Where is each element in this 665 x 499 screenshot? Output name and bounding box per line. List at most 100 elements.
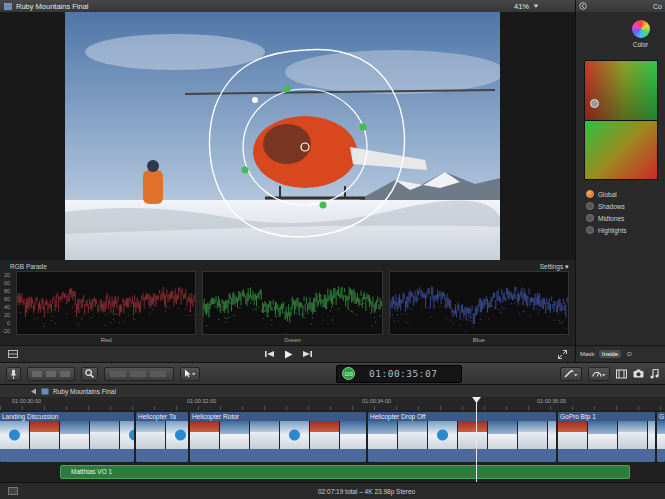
scale-tick: 60 <box>0 295 10 303</box>
range-option[interactable]: Shadows <box>576 200 665 212</box>
range-label[interactable]: Global <box>598 191 617 198</box>
playhead-handle-icon[interactable] <box>472 397 481 403</box>
inspector-header: Co <box>576 0 665 12</box>
zoom-button[interactable] <box>81 367 98 381</box>
radio-button[interactable] <box>586 190 594 198</box>
play-icon[interactable] <box>284 350 293 359</box>
clip-thumbnails <box>368 421 556 449</box>
range-option[interactable]: Midtones <box>576 212 665 224</box>
spacer <box>0 335 10 345</box>
channel-label: Blue <box>389 335 569 345</box>
clip-thumbnail <box>558 421 588 449</box>
ruler-label: 01:00:32:00 <box>175 397 350 410</box>
clip-thumbnail <box>0 421 30 449</box>
back-arrow-icon[interactable] <box>30 388 37 395</box>
scale-tick: 80 <box>0 287 10 295</box>
clip-thumbnail <box>488 421 518 449</box>
range-label[interactable]: Shadows <box>598 203 625 210</box>
video-clip[interactable]: GoPro Btp 1 <box>558 412 655 462</box>
clip-name: Helicopter Ta <box>136 412 188 421</box>
mask-label: Mask: <box>580 351 596 357</box>
timecode-display: 10001:00:35:07 <box>336 365 462 383</box>
previous-icon[interactable] <box>265 350 274 358</box>
timeline-clips: Landing DiscussionHelicopter TaHelicopte… <box>0 410 665 462</box>
dropdown-icon[interactable] <box>533 3 539 9</box>
clip-audio <box>136 449 188 462</box>
range-option[interactable]: Global <box>576 188 665 200</box>
import-button[interactable] <box>6 367 21 381</box>
camera-icon[interactable] <box>633 369 644 378</box>
radio-button[interactable] <box>586 202 594 210</box>
color-board-bottom <box>585 120 657 180</box>
clip-thumbnail <box>60 421 90 449</box>
playhead[interactable] <box>476 397 477 482</box>
zoom-level[interactable]: 41% <box>514 2 529 11</box>
layout-icon[interactable] <box>8 350 18 358</box>
clip-thumbnail <box>190 421 220 449</box>
ruler-label: 01:00:34:00 <box>350 397 525 410</box>
index-icon[interactable] <box>8 487 18 495</box>
clip-thumbnail <box>368 421 398 449</box>
retime-button[interactable] <box>588 367 610 381</box>
video-clip[interactable]: Landing Discussion <box>0 412 134 462</box>
radio-button[interactable] <box>586 214 594 222</box>
clip-name: G <box>657 412 665 421</box>
mask-row: Mask:InsideO <box>576 345 665 362</box>
clip-thumbnails <box>190 421 366 449</box>
clip-name: Landing Discussion <box>0 412 134 421</box>
range-label[interactable]: Highlights <box>598 227 627 234</box>
video-clip[interactable]: Helicopter Rotor <box>190 412 366 462</box>
music-note-icon[interactable] <box>650 369 659 379</box>
range-option[interactable]: Highlights <box>576 224 665 236</box>
video-clip[interactable]: Helicopter Drop Off <box>368 412 556 462</box>
waveform-panel <box>389 271 569 335</box>
clip-name: Helicopter Drop Off <box>368 412 556 421</box>
clip-audio <box>657 449 665 462</box>
clip-thumbnail <box>280 421 310 449</box>
scopes-header: RGB ParadeSettings ▾ <box>0 262 569 271</box>
inspector: CoColorGlobalShadowsMidtonesHighlightsMa… <box>575 0 665 362</box>
video-clip[interactable]: G <box>657 412 665 462</box>
select-tool[interactable] <box>180 367 200 381</box>
fullscreen-icon[interactable] <box>558 350 567 359</box>
color-puck[interactable] <box>590 99 599 108</box>
timecode: 01:00:35:07 <box>369 368 437 379</box>
mask-option[interactable]: Inside <box>599 350 621 358</box>
clip-thumbnail <box>30 421 60 449</box>
enhance-button[interactable] <box>560 367 582 381</box>
edit-buttons[interactable] <box>27 367 75 381</box>
timeline-ruler[interactable]: 01:00:30:0001:00:32:0001:00:34:0001:00:3… <box>0 397 665 410</box>
arrow-icon <box>184 369 196 378</box>
scope-settings[interactable]: Settings ▾ <box>540 263 569 271</box>
ruler-label: 01:00:36:00 <box>525 397 665 410</box>
mask-option[interactable]: O <box>624 350 635 358</box>
scale-tick: 20 <box>0 311 10 319</box>
toolbar: 10001:00:35:07 <box>0 362 665 385</box>
video-clip[interactable]: Helicopter Ta <box>136 412 188 462</box>
radio-button[interactable] <box>586 226 594 234</box>
channel-label: Red <box>16 335 196 345</box>
color-board[interactable] <box>584 60 658 180</box>
range-label[interactable]: Midtones <box>598 215 624 222</box>
scopes-panel: RGB ParadeSettings ▾2000806040200-20RedG… <box>0 260 575 345</box>
clip-thumbnails <box>657 421 665 449</box>
back-icon[interactable] <box>579 2 587 10</box>
film-icon <box>4 3 12 10</box>
clip-thumbnail <box>90 421 120 449</box>
toolbar-right <box>560 367 659 381</box>
filmstrip-icon[interactable] <box>616 369 627 379</box>
audio-clip[interactable]: Matthias VO 1 <box>60 465 630 479</box>
title-bar: Ruby Mountains Final41% <box>0 0 575 12</box>
color-wheel-icon <box>632 20 650 38</box>
clip-thumbnail <box>588 421 618 449</box>
scope-scale: 2000806040200-20 <box>0 271 10 335</box>
toolbar-left <box>6 367 336 381</box>
inspector-tab[interactable]: Co <box>653 3 662 10</box>
scale-tick: 20 <box>0 271 10 279</box>
clip-tools[interactable] <box>104 367 174 381</box>
clip-audio <box>190 449 366 462</box>
magic-wand-icon <box>564 369 578 378</box>
project-icon <box>41 388 49 395</box>
next-icon[interactable] <box>303 350 312 358</box>
scopes-body: 2000806040200-20 <box>0 271 569 335</box>
